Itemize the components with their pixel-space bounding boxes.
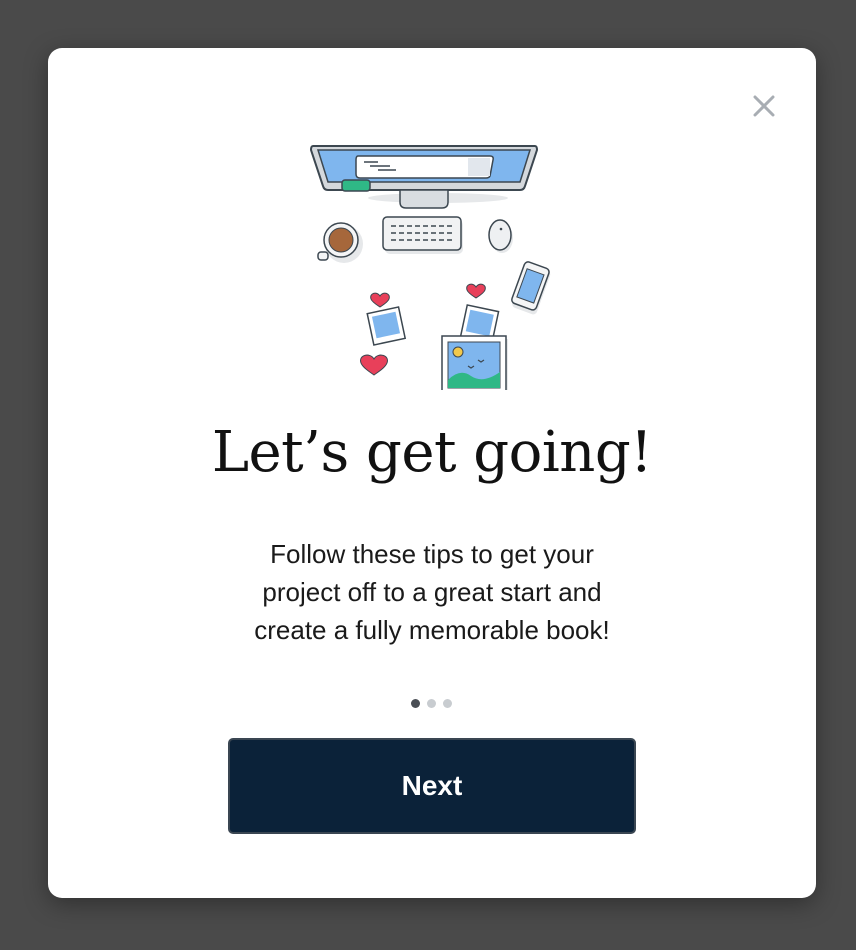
desk-workspace-illustration — [309, 145, 551, 390]
pagination-dot-3[interactable] — [443, 699, 452, 708]
pagination-dot-1[interactable] — [411, 699, 420, 708]
close-button[interactable] — [748, 90, 780, 122]
modal-description: Follow these tips to get your project of… — [254, 539, 610, 645]
onboarding-modal: Let’s get going! Follow these tips to ge… — [48, 48, 816, 898]
close-icon — [753, 95, 775, 117]
pagination-dot-2[interactable] — [427, 699, 436, 708]
pagination-dots — [411, 699, 452, 709]
next-button[interactable]: Next — [228, 738, 636, 834]
modal-title: Let’s get going! — [211, 420, 653, 485]
